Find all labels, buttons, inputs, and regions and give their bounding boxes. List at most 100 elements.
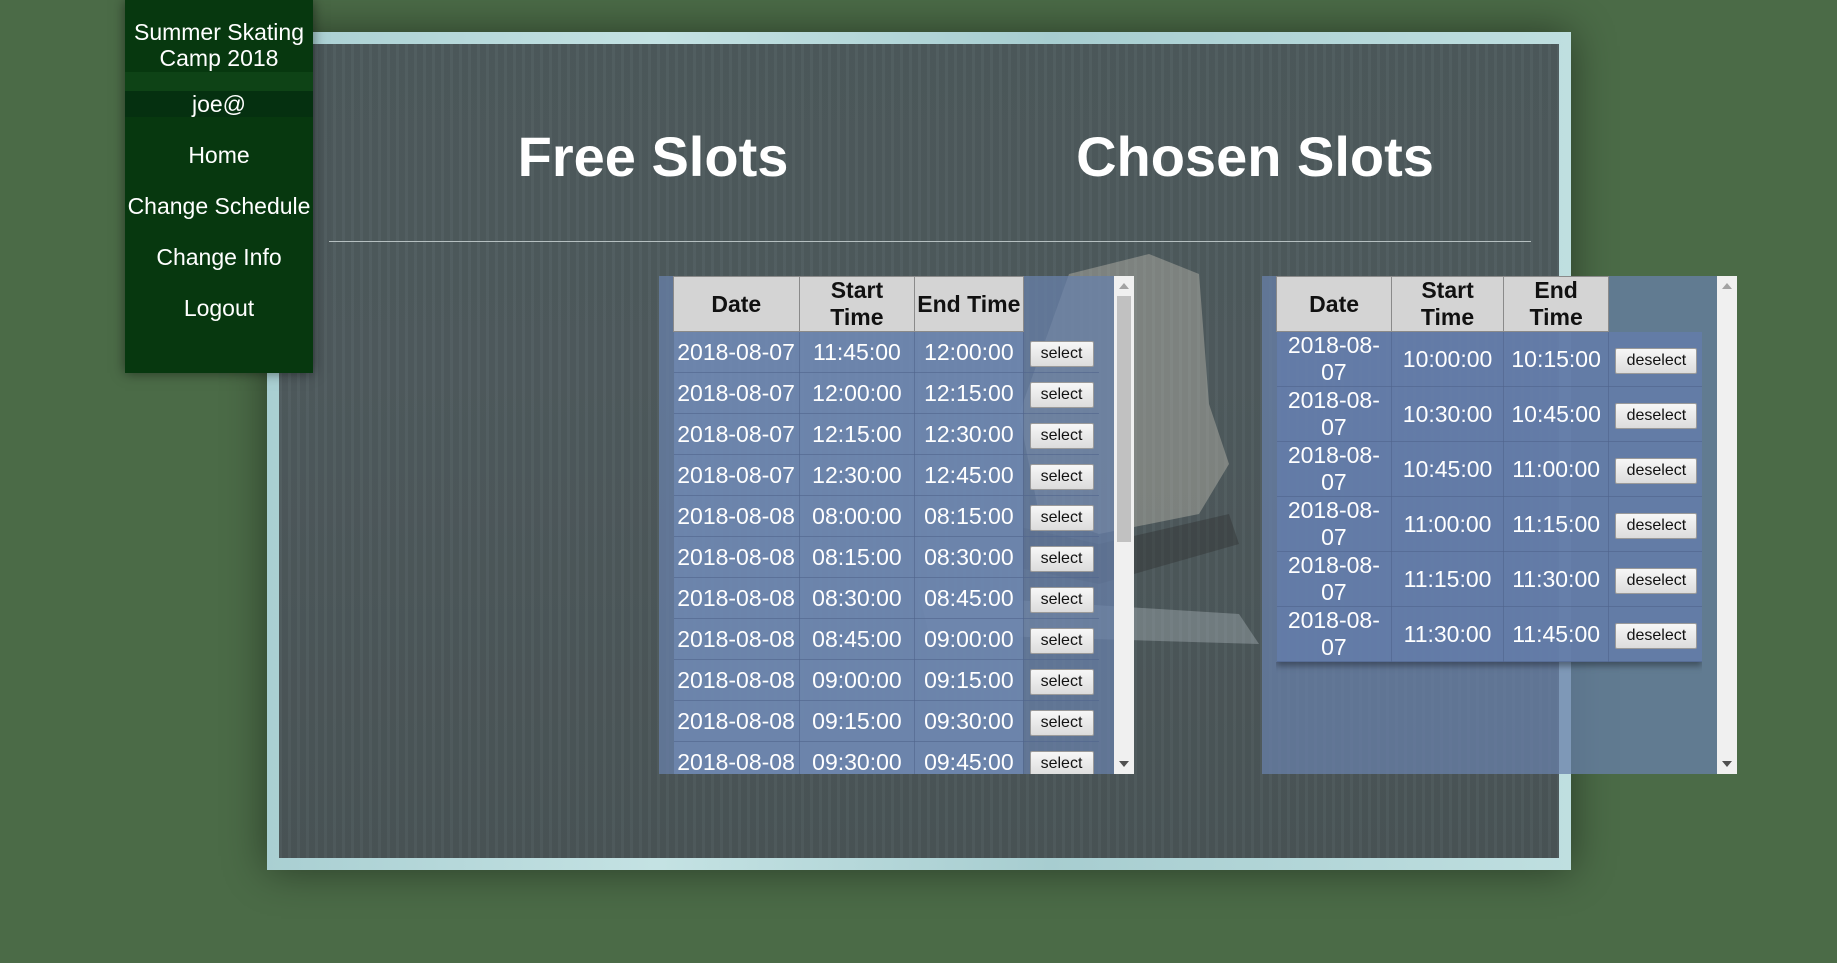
action-cell: select bbox=[1023, 536, 1099, 578]
end-time-cell: 12:45:00 bbox=[914, 454, 1024, 496]
scroll-up-arrow-icon[interactable] bbox=[1119, 283, 1129, 289]
free-slot-row: 2018-08-07 12:15:00 12:30:00 select bbox=[673, 413, 1099, 455]
select-button[interactable]: select bbox=[1029, 382, 1094, 408]
brand-separator bbox=[125, 72, 313, 91]
start-time-cell: 12:00:00 bbox=[799, 372, 916, 414]
start-time-cell: 11:45:00 bbox=[799, 331, 916, 373]
chosen-slot-row: 2018-08-07 11:30:00 11:45:00 deselect bbox=[1276, 606, 1702, 662]
date-cell: 2018-08-07 bbox=[673, 331, 800, 373]
date-cell: 2018-08-08 bbox=[673, 577, 800, 619]
free-slots-body: 2018-08-07 11:45:00 12:00:00 select 2018-08-… bbox=[673, 331, 1099, 774]
free-slots-header-row: Date Start Time End Time bbox=[673, 276, 1100, 332]
chosen-slot-row: 2018-08-07 11:15:00 11:30:00 deselect bbox=[1276, 551, 1702, 607]
select-button[interactable]: select bbox=[1029, 546, 1094, 572]
date-cell: 2018-08-07 bbox=[673, 454, 800, 496]
action-cell: select bbox=[1023, 577, 1099, 619]
date-cell: 2018-08-07 bbox=[1276, 331, 1393, 387]
deselect-button[interactable]: deselect bbox=[1615, 623, 1698, 649]
content-frame: Free Slots Chosen Slots Date Start Time … bbox=[267, 32, 1737, 870]
action-cell: select bbox=[1023, 331, 1099, 373]
select-button[interactable]: select bbox=[1029, 505, 1094, 531]
deselect-button[interactable]: deselect bbox=[1615, 568, 1698, 594]
date-cell: 2018-08-07 bbox=[673, 413, 800, 455]
start-time-cell: 09:00:00 bbox=[799, 659, 916, 701]
action-cell: deselect bbox=[1608, 386, 1702, 442]
scroll-up-arrow-icon[interactable] bbox=[1722, 283, 1732, 289]
start-time-cell: 08:45:00 bbox=[799, 618, 916, 660]
select-button[interactable]: select bbox=[1029, 423, 1094, 449]
nav-logout[interactable]: Logout bbox=[125, 295, 313, 321]
deselect-button[interactable]: deselect bbox=[1615, 347, 1698, 374]
deselect-button[interactable]: deselect bbox=[1615, 513, 1698, 539]
action-cell: select bbox=[1023, 659, 1099, 701]
chosen-end-header: End Time bbox=[1502, 276, 1610, 332]
end-time-cell: 09:00:00 bbox=[914, 618, 1024, 660]
action-cell: deselect bbox=[1608, 496, 1702, 552]
chosen-slots-header-row: Date Start Time End Time bbox=[1276, 276, 1703, 332]
date-cell: 2018-08-08 bbox=[673, 700, 800, 742]
free-slot-row: 2018-08-07 12:00:00 12:15:00 select bbox=[673, 372, 1099, 414]
start-time-cell: 10:45:00 bbox=[1391, 441, 1504, 497]
chosen-slot-row: 2018-08-07 11:00:00 11:15:00 deselect bbox=[1276, 496, 1702, 552]
chosen-slot-row: 2018-08-07 10:00:00 10:15:00 deselect bbox=[1276, 331, 1702, 387]
free-slots-scroll-area[interactable]: Date Start Time End Time 2018-08-07 11:45… bbox=[673, 276, 1099, 774]
end-time-cell: 12:15:00 bbox=[914, 372, 1024, 414]
free-slot-row: 2018-08-07 11:45:00 12:00:00 select bbox=[673, 331, 1099, 373]
deselect-button[interactable]: deselect bbox=[1615, 403, 1698, 429]
select-button[interactable]: select bbox=[1029, 669, 1094, 695]
action-cell: deselect bbox=[1608, 551, 1702, 607]
free-action-header bbox=[1023, 277, 1099, 332]
action-cell: select bbox=[1023, 700, 1099, 742]
free-slot-row: 2018-08-08 09:00:00 09:15:00 select bbox=[673, 659, 1099, 701]
scroll-down-arrow-icon[interactable] bbox=[1722, 761, 1732, 767]
date-cell: 2018-08-08 bbox=[673, 741, 800, 774]
chosen-slots-container[interactable]: Date Start Time End Time 2018-08-07 10:00… bbox=[1262, 276, 1737, 774]
start-time-cell: 11:30:00 bbox=[1391, 606, 1504, 662]
date-cell: 2018-08-07 bbox=[1276, 496, 1393, 552]
date-cell: 2018-08-08 bbox=[673, 659, 800, 701]
nav-change-schedule[interactable]: Change Schedule bbox=[125, 193, 313, 219]
chosen-slot-row: 2018-08-07 10:30:00 10:45:00 deselect bbox=[1276, 386, 1702, 442]
nav-home[interactable]: Home bbox=[125, 142, 313, 168]
free-slot-row: 2018-08-08 09:30:00 09:45:00 select bbox=[673, 741, 1099, 774]
chosen-slot-row: 2018-08-07 10:45:00 11:00:00 deselect bbox=[1276, 441, 1702, 497]
end-time-cell: 11:45:00 bbox=[1503, 606, 1610, 662]
chosen-slots-table: Date Start Time End Time 2018-08-07 10:00… bbox=[1276, 276, 1702, 662]
free-slot-row: 2018-08-07 12:30:00 12:45:00 select bbox=[673, 454, 1099, 496]
action-cell: select bbox=[1023, 372, 1099, 414]
start-time-cell: 12:30:00 bbox=[799, 454, 916, 496]
select-button[interactable]: select bbox=[1029, 340, 1094, 367]
select-button[interactable]: select bbox=[1029, 587, 1094, 613]
free-slot-row: 2018-08-08 09:15:00 09:30:00 select bbox=[673, 700, 1099, 742]
end-time-cell: 12:00:00 bbox=[914, 331, 1024, 373]
select-button[interactable]: select bbox=[1029, 464, 1094, 490]
action-cell: select bbox=[1023, 618, 1099, 660]
chosen-slots-scrollbar[interactable] bbox=[1717, 276, 1737, 774]
scroll-down-arrow-icon[interactable] bbox=[1119, 761, 1129, 767]
deselect-button[interactable]: deselect bbox=[1615, 458, 1698, 484]
chosen-slots-body: 2018-08-07 10:00:00 10:15:00 deselect 2018-0… bbox=[1276, 331, 1702, 662]
sidebar: Summer Skating Camp 2018 joe@ Home Chang… bbox=[125, 0, 313, 373]
select-button[interactable]: select bbox=[1029, 628, 1094, 654]
action-cell: deselect bbox=[1608, 441, 1702, 497]
action-cell: select bbox=[1023, 741, 1099, 774]
chosen-date-header: Date bbox=[1276, 276, 1393, 332]
date-cell: 2018-08-07 bbox=[1276, 441, 1393, 497]
free-slots-container[interactable]: Date Start Time End Time 2018-08-07 11:45… bbox=[659, 276, 1134, 774]
free-slots-scrollbar[interactable] bbox=[1114, 276, 1134, 774]
action-cell: select bbox=[1023, 454, 1099, 496]
free-start-header: Start Time bbox=[798, 276, 916, 332]
select-button[interactable]: select bbox=[1029, 710, 1094, 736]
end-time-cell: 10:45:00 bbox=[1503, 386, 1610, 442]
start-time-cell: 12:15:00 bbox=[799, 413, 916, 455]
end-time-cell: 09:15:00 bbox=[914, 659, 1024, 701]
chosen-slots-scroll-area[interactable]: Date Start Time End Time 2018-08-07 10:00… bbox=[1276, 276, 1702, 774]
date-cell: 2018-08-08 bbox=[673, 495, 800, 537]
nav-change-info[interactable]: Change Info bbox=[125, 244, 313, 270]
start-time-cell: 11:15:00 bbox=[1391, 551, 1504, 607]
select-button[interactable]: select bbox=[1029, 751, 1094, 774]
action-cell: deselect bbox=[1608, 331, 1702, 387]
start-time-cell: 08:15:00 bbox=[799, 536, 916, 578]
scroll-thumb[interactable] bbox=[1117, 296, 1131, 542]
date-cell: 2018-08-08 bbox=[673, 618, 800, 660]
